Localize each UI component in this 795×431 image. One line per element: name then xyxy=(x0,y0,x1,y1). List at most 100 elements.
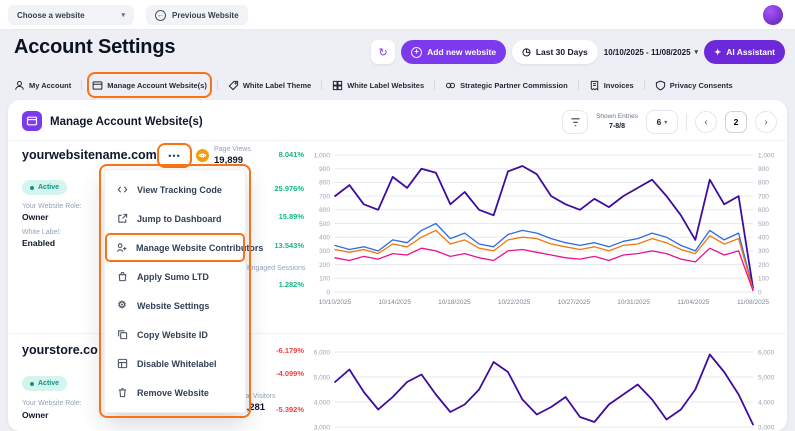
add-new-website-button[interactable]: + Add new website xyxy=(401,40,506,64)
settings-tab-bar: My Account Manage Account Website(s) Whi… xyxy=(14,76,733,94)
tab-label: Manage Account Website(s) xyxy=(107,81,207,90)
menu-item-label: Manage Website Contributors xyxy=(136,243,263,253)
website2-traffic-chart: 6,0006,0005,0005,0004,0004,0003,0003,000 xyxy=(305,339,787,431)
tab-label: White Label Theme xyxy=(243,81,311,90)
menu-item-remove-website[interactable]: Remove Website xyxy=(105,378,245,407)
website1-status-badge: Active xyxy=(22,180,67,195)
tab-strategic-partner-commission[interactable]: Strategic Partner Commission xyxy=(445,77,568,93)
tab-my-account[interactable]: My Account xyxy=(14,77,71,93)
chevron-down-icon: ▾ xyxy=(664,119,667,126)
tab-manage-account-websites[interactable]: Manage Account Website(s) xyxy=(92,77,207,93)
entries-per-page-select[interactable]: 6 ▾ xyxy=(646,110,678,134)
user-avatar[interactable] xyxy=(763,5,783,25)
svg-text:10/18/2025: 10/18/2025 xyxy=(438,299,471,306)
tab-invoices[interactable]: Invoices xyxy=(589,77,634,93)
menu-item-disable-whitelabel[interactable]: Disable Whitelabel xyxy=(105,349,245,378)
entries-per-page-value: 6 xyxy=(657,118,661,127)
code-icon xyxy=(116,184,128,195)
page-number: 2 xyxy=(734,117,739,127)
plus-icon: + xyxy=(411,47,422,58)
current-page-button[interactable]: 2 xyxy=(725,111,747,133)
menu-item-manage-website-contributors[interactable]: Manage Website Contributors xyxy=(105,233,245,262)
previous-page-button[interactable]: ‹ xyxy=(695,111,717,133)
ellipsis-icon: ••• xyxy=(168,151,180,161)
previous-website-label: Previous Website xyxy=(172,11,239,20)
top-bar: Choose a website ▾ ← Previous Website xyxy=(0,0,795,30)
tab-separator xyxy=(644,80,645,90)
shown-entries: Shown Entries 7-8/8 xyxy=(596,113,638,131)
date-preset-button[interactable]: ◷ Last 30 Days xyxy=(512,40,598,64)
chevron-down-icon: ▾ xyxy=(695,48,699,56)
svg-text:1,000: 1,000 xyxy=(314,152,331,159)
shield-icon xyxy=(655,80,666,91)
website2-stat-delta: -5.392% xyxy=(244,405,304,414)
tab-white-label-theme[interactable]: White Label Theme xyxy=(228,77,311,93)
svg-text:11/04/2025: 11/04/2025 xyxy=(677,299,709,306)
tab-label: My Account xyxy=(29,81,71,90)
card-header-controls: Shown Entries 7-8/8 6 ▾ ‹ 2 › xyxy=(562,108,777,136)
tab-separator xyxy=(217,80,218,90)
svg-text:5,000: 5,000 xyxy=(314,374,331,381)
next-page-button[interactable]: › xyxy=(755,111,777,133)
user-plus-icon xyxy=(116,242,127,253)
back-arrow-icon: ← xyxy=(155,10,166,21)
tab-label: White Label Websites xyxy=(347,81,424,90)
ai-assistant-button[interactable]: ✦ AI Assistant xyxy=(704,40,785,64)
menu-item-jump-to-dashboard[interactable]: Jump to Dashboard xyxy=(105,204,245,233)
svg-text:3,000: 3,000 xyxy=(314,424,331,431)
svg-text:500: 500 xyxy=(319,221,330,228)
svg-text:10/31/2025: 10/31/2025 xyxy=(617,299,650,306)
shopping-bag-icon xyxy=(116,271,128,282)
tab-label: Strategic Partner Commission xyxy=(460,81,568,90)
tab-white-label-websites[interactable]: White Label Websites xyxy=(332,77,424,93)
tab-separator xyxy=(321,80,322,90)
tag-icon xyxy=(228,80,239,91)
svg-text:300: 300 xyxy=(758,248,769,255)
website-actions-menu: View Tracking Code Jump to Dashboard Man… xyxy=(104,169,246,413)
svg-text:700: 700 xyxy=(319,193,330,200)
menu-item-copy-website-id[interactable]: Copy Website ID xyxy=(105,320,245,349)
eye-icon xyxy=(198,151,207,160)
browser-window-icon xyxy=(26,115,38,127)
date-range-text: 10/10/2025 - 11/08/2025 xyxy=(604,48,691,57)
filter-button[interactable] xyxy=(562,110,588,134)
svg-text:400: 400 xyxy=(319,235,330,242)
status-label: Active xyxy=(38,380,59,387)
shown-entries-label: Shown Entries xyxy=(596,113,638,121)
website2-domain: yourstore.co xyxy=(22,343,98,357)
svg-text:800: 800 xyxy=(319,180,330,187)
tab-privacy-consents[interactable]: Privacy Consents xyxy=(655,77,733,93)
external-link-icon xyxy=(116,213,128,224)
menu-item-label: Apply Sumo LTD xyxy=(137,272,209,282)
refresh-button[interactable]: ↻ xyxy=(371,40,395,64)
chevron-left-icon: ‹ xyxy=(704,117,707,128)
website1-role-value: Owner xyxy=(22,212,48,222)
gear-icon: ⚙ xyxy=(116,300,128,311)
add-new-website-label: Add new website xyxy=(427,47,496,57)
svg-text:500: 500 xyxy=(758,221,769,228)
date-preset-label: Last 30 Days xyxy=(536,47,588,57)
page-title: Account Settings xyxy=(14,36,175,59)
menu-item-view-tracking-code[interactable]: View Tracking Code xyxy=(105,175,245,204)
svg-text:100: 100 xyxy=(758,276,769,283)
svg-text:10/10/2025: 10/10/2025 xyxy=(319,299,352,306)
svg-text:200: 200 xyxy=(758,262,769,269)
website1-whitelabel-value: Enabled xyxy=(22,238,55,248)
clock-icon: ◷ xyxy=(522,47,531,58)
svg-text:10/27/2025: 10/27/2025 xyxy=(558,299,591,306)
svg-text:100: 100 xyxy=(319,276,330,283)
menu-item-apply-sumo-ltd[interactable]: Apply Sumo LTD xyxy=(105,262,245,291)
user-icon xyxy=(14,80,25,91)
date-range-value[interactable]: 10/10/2025 - 11/08/2025 ▾ xyxy=(604,48,698,57)
choose-website-dropdown[interactable]: Choose a website ▾ xyxy=(8,5,134,25)
page-views-icon xyxy=(196,149,209,162)
website1-actions-menu-button[interactable]: ••• xyxy=(161,147,188,164)
menu-item-website-settings[interactable]: ⚙ Website Settings xyxy=(105,291,245,320)
website1-traffic-chart: 1,0001,000900900800800700700600600500500… xyxy=(305,146,787,318)
svg-text:400: 400 xyxy=(758,235,769,242)
shown-entries-value: 7-8/8 xyxy=(609,122,625,131)
menu-item-label: View Tracking Code xyxy=(137,185,222,195)
menu-item-label: Disable Whitelabel xyxy=(137,359,217,369)
previous-website-button[interactable]: ← Previous Website xyxy=(146,5,248,25)
svg-text:800: 800 xyxy=(758,180,769,187)
